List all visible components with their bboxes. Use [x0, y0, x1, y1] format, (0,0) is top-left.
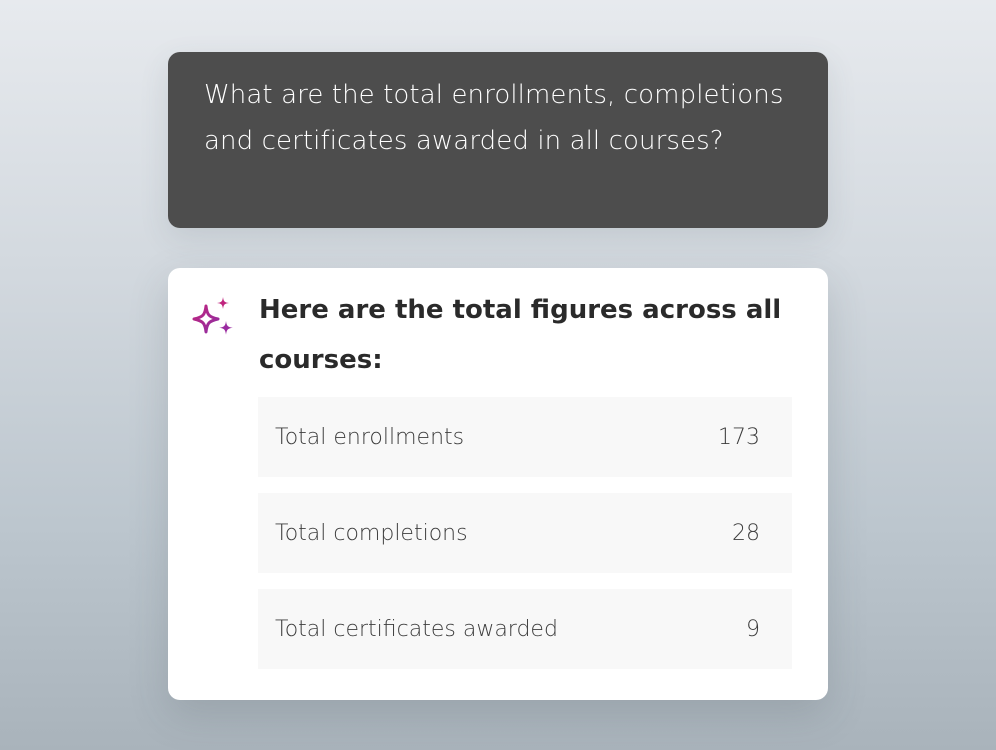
stat-value: 28 — [732, 520, 760, 546]
stat-label: Total enrollments — [275, 424, 465, 450]
stat-label: Total certificates awarded — [275, 616, 558, 642]
sparkle-icon — [192, 297, 233, 335]
stat-value: 173 — [718, 424, 760, 450]
assistant-response-card: Here are the total figures across all co… — [168, 268, 828, 700]
user-message-bubble: What are the total enrollments, completi… — [168, 52, 828, 228]
stats-list: Total enrollments 173 Total completions … — [258, 397, 792, 669]
user-message-text: What are the total enrollments, completi… — [204, 80, 784, 156]
stat-row-enrollments: Total enrollments 173 — [258, 397, 792, 477]
response-heading: Here are the total figures across all co… — [259, 295, 782, 375]
stat-value: 9 — [746, 616, 760, 642]
stat-row-certificates: Total certificates awarded 9 — [258, 589, 792, 669]
stat-label: Total completions — [275, 520, 468, 546]
stat-row-completions: Total completions 28 — [258, 493, 792, 573]
